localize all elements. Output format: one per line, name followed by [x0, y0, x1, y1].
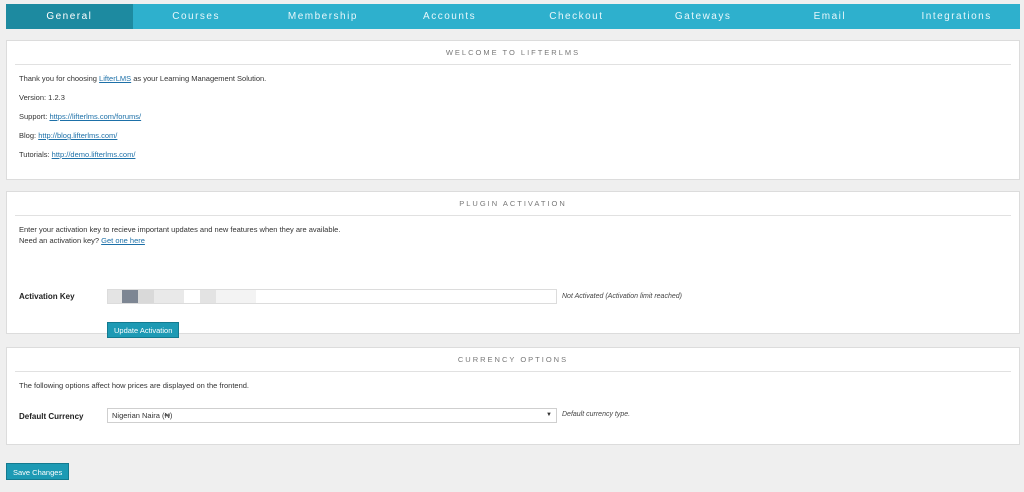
- activation-status: Not Activated (Activation limit reached): [562, 293, 682, 300]
- version-text: Version: 1.2.3: [19, 93, 65, 102]
- blog-label: Blog:: [19, 131, 39, 140]
- default-currency-label: Default Currency: [19, 412, 84, 421]
- tab-membership[interactable]: Membership: [260, 4, 387, 29]
- intro-text-end: as your Learning Management Solution.: [131, 74, 267, 83]
- save-changes-button[interactable]: Save Changes: [6, 463, 70, 480]
- currency-desc: The following options affect how prices …: [19, 381, 250, 390]
- settings-tabs: General Courses Membership Accounts Chec…: [6, 4, 1020, 29]
- get-key-text: Need an activation key?: [19, 236, 102, 245]
- tab-email[interactable]: Email: [767, 4, 894, 29]
- welcome-intro: Thank you for choosing LifterLMS as your…: [19, 74, 266, 83]
- tab-accounts[interactable]: Accounts: [386, 4, 513, 29]
- tab-general[interactable]: General: [6, 4, 133, 29]
- support-line: Support: https://lifterlms.com/forums/: [19, 112, 141, 121]
- tab-gateways[interactable]: Gateways: [640, 4, 767, 29]
- tutorials-line: Tutorials: http://demo.lifterlms.com/: [19, 150, 135, 159]
- currency-selected-value: Nigerian Naira (₦): [112, 411, 173, 420]
- currency-note: Default currency type.: [562, 411, 631, 418]
- currency-title: CURRENCY OPTIONS: [15, 348, 1011, 372]
- lifterlms-link[interactable]: LifterLMS: [99, 74, 131, 83]
- tab-courses[interactable]: Courses: [133, 4, 260, 29]
- update-activation-button[interactable]: Update Activation: [107, 322, 180, 338]
- tab-integrations[interactable]: Integrations: [893, 4, 1020, 29]
- activation-key-label: Activation Key: [19, 292, 75, 301]
- default-currency-select[interactable]: Nigerian Naira (₦) ▼: [107, 408, 557, 423]
- get-key-link[interactable]: Get one here: [101, 236, 145, 245]
- activation-panel: PLUGIN ACTIVATION Enter your activation …: [6, 191, 1020, 338]
- welcome-panel: WELCOME TO LIFTERLMS Thank you for choos…: [6, 40, 1020, 180]
- support-link[interactable]: https://lifterlms.com/forums/: [49, 112, 141, 121]
- currency-panel: CURRENCY OPTIONS The following options a…: [6, 347, 1020, 445]
- activation-desc: Enter your activation key to recieve imp…: [19, 225, 341, 234]
- activation-key-input[interactable]: [107, 289, 557, 304]
- dropdown-arrow-icon: ▼: [546, 412, 552, 418]
- support-label: Support:: [19, 112, 50, 121]
- welcome-title: WELCOME TO LIFTERLMS: [15, 41, 1011, 65]
- blog-link[interactable]: http://blog.lifterlms.com/: [38, 131, 117, 140]
- blog-line: Blog: http://blog.lifterlms.com/: [19, 131, 117, 140]
- tutorials-label: Tutorials:: [19, 150, 52, 159]
- activation-get-key: Need an activation key? Get one here: [19, 236, 145, 245]
- intro-text: Thank you for choosing: [19, 74, 100, 83]
- tab-checkout[interactable]: Checkout: [513, 4, 640, 29]
- activation-title: PLUGIN ACTIVATION: [15, 192, 1011, 216]
- tutorials-link[interactable]: http://demo.lifterlms.com/: [52, 150, 136, 159]
